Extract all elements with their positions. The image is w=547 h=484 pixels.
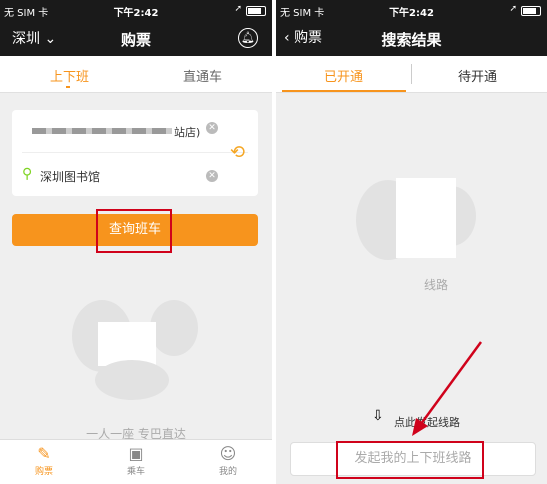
clear-origin-icon[interactable]: ✕ <box>206 122 218 134</box>
empty-text: 线路 <box>424 278 449 292</box>
pointer-down-icon: ⇩ <box>372 408 384 424</box>
tab-indicator <box>282 90 406 92</box>
annotation-arrow <box>412 341 483 436</box>
tab-bar: 已开通 待开通 <box>276 56 547 93</box>
bottom-nav: ✎ 购票 ▣ 乘车 ☺ 我的 <box>0 439 272 484</box>
clear-destination-icon[interactable]: ✕ <box>206 170 218 182</box>
status-bar: 无 SIM 卡 下午2:42 ➚ <box>276 0 547 20</box>
tab-opened[interactable]: 已开通 <box>324 66 363 85</box>
bell-icon[interactable]: 🔔︎ <box>238 28 258 48</box>
page-title: 搜索结果 <box>381 31 442 49</box>
highlight-box <box>336 441 484 479</box>
nav-label: 购票 <box>34 467 53 477</box>
clock: 下午2:42 <box>389 8 434 19</box>
battery-icon <box>521 6 541 16</box>
right-screen: 无 SIM 卡 下午2:42 ➚ ‹ 购票 搜索结果 已开通 待开通 线路 ⇩ … <box>276 0 547 484</box>
origin-field[interactable]: 站店) <box>22 124 208 139</box>
nav-label: 我的 <box>218 467 237 477</box>
mascot-ear-right <box>150 300 198 356</box>
left-screen: 无 SIM 卡 下午2:42 ➚ 深圳 ⌄ 购票 🔔︎ 上下班 直通车 站店) … <box>0 0 272 484</box>
nav-label: 乘车 <box>126 467 145 477</box>
tab-pending[interactable]: 待开通 <box>458 66 497 85</box>
nav-item-tickets[interactable]: ✎ 购票 <box>14 444 74 477</box>
location-pin-icon: ⚲ <box>22 166 33 182</box>
location-arrow-icon: ➚ <box>509 4 517 14</box>
status-bar: 无 SIM 卡 下午2:42 ➚ <box>0 0 272 20</box>
user-icon: ☺ <box>219 444 237 463</box>
mascot-body <box>95 360 169 400</box>
nav-bar: 深圳 ⌄ 购票 🔔︎ <box>0 20 272 56</box>
tab-commute[interactable]: 上下班 <box>50 66 89 85</box>
highlight-box <box>96 209 172 253</box>
location-arrow-icon: ➚ <box>234 4 242 14</box>
nav-bar: ‹ 购票 搜索结果 <box>276 20 547 56</box>
page-title: 购票 <box>120 31 151 49</box>
origin-text: 站店) <box>174 126 201 139</box>
origin-redacted <box>32 128 172 134</box>
route-form: 站店) ✕ ⚲ 深圳图书馆 ✕ <box>12 110 258 196</box>
mascot-redacted <box>396 178 456 258</box>
destination-field[interactable]: 深圳图书馆 <box>40 168 100 185</box>
tab-indicator <box>66 86 70 88</box>
bus-card-icon: ▣ <box>128 444 144 463</box>
clock: 下午2:42 <box>113 8 159 19</box>
battery-icon <box>246 6 266 16</box>
nav-item-ride[interactable]: ▣ 乘车 <box>106 444 166 477</box>
tab-bar: 上下班 直通车 <box>0 56 272 93</box>
nav-item-mine[interactable]: ☺ 我的 <box>198 444 258 477</box>
swap-icon[interactable]: ⟲ <box>230 142 245 163</box>
tab-divider <box>411 64 412 84</box>
divider <box>22 152 248 153</box>
ticket-icon: ✎ <box>37 444 51 463</box>
tab-express[interactable]: 直通车 <box>183 66 222 85</box>
